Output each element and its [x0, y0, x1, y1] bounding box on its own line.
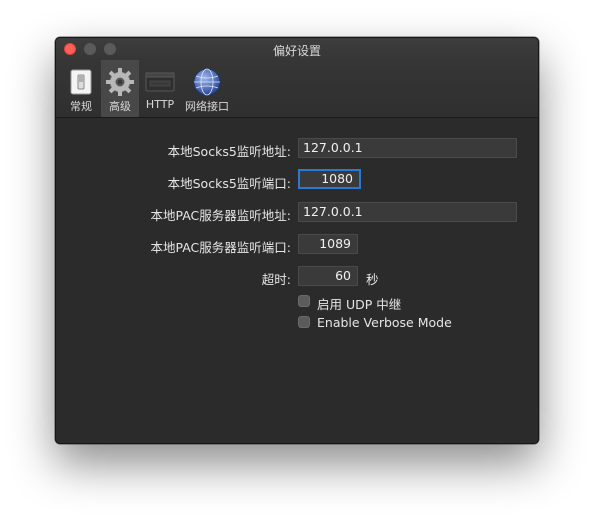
window-title: 偏好设置 — [272, 44, 321, 58]
tab-general[interactable]: 常规 — [64, 60, 98, 117]
pac-address-field[interactable]: 127.0.0.1 — [298, 202, 517, 222]
network-globe-icon — [192, 67, 222, 97]
verbose-mode-option[interactable]: Enable Verbose Mode — [298, 315, 498, 331]
tab-advanced-label: 高级 — [109, 100, 131, 113]
verbose-mode-checkbox[interactable] — [298, 316, 310, 328]
title-bar[interactable]: 偏好设置 — [56, 38, 538, 60]
tab-http-label: HTTP — [145, 98, 175, 111]
udp-relay-option[interactable]: 启用 UDP 中继 — [298, 294, 458, 312]
udp-relay-label: 启用 UDP 中继 — [317, 297, 402, 312]
tab-advanced[interactable]: 高级 — [101, 60, 139, 117]
switch-icon — [66, 67, 96, 97]
pac-address-label: 本地PAC服务器监听地址: — [150, 208, 291, 223]
verbose-mode-label: Enable Verbose Mode — [317, 315, 452, 330]
pac-port-field[interactable]: 1089 — [298, 234, 358, 254]
udp-relay-checkbox[interactable] — [298, 295, 310, 307]
socks5-address-field[interactable]: 127.0.0.1 — [298, 138, 517, 158]
gear-icon — [105, 67, 135, 97]
timeout-field[interactable]: 60 — [298, 266, 358, 286]
socks5-address-label: 本地Socks5监听地址: — [167, 144, 291, 159]
tab-http[interactable]: HTTP — [142, 60, 178, 117]
timeout-unit: 秒 — [366, 272, 379, 287]
tab-general-label: 常规 — [70, 100, 92, 113]
preferences-toolbar: 常规 高级 HTTP 网络接口 — [56, 60, 538, 118]
socks5-port-field[interactable]: 1080 — [298, 169, 361, 189]
http-icon — [145, 67, 175, 97]
preferences-window: 偏好设置 常规 高级 HTTP 网络接口 本地Socks5监听地址: 127.0… — [55, 37, 539, 444]
socks5-port-label: 本地Socks5监听端口: — [167, 176, 291, 191]
timeout-label: 超时: — [261, 272, 291, 287]
pac-port-label: 本地PAC服务器监听端口: — [150, 240, 291, 255]
tab-network-interface[interactable]: 网络接口 — [182, 60, 232, 117]
tab-network-interface-label: 网络接口 — [185, 100, 229, 113]
